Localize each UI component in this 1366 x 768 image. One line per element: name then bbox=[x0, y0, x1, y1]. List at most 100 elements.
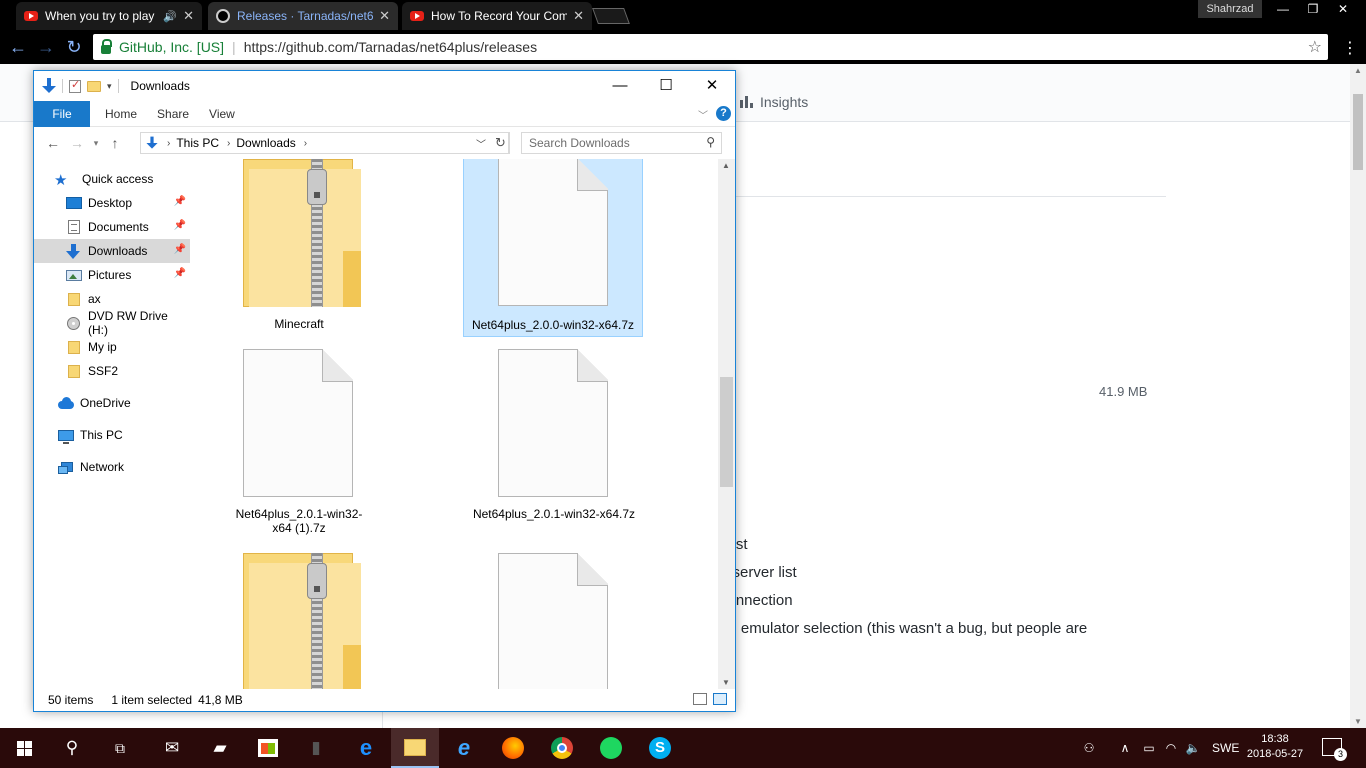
sidebar-item-dvd-drive[interactable]: DVD RW Drive (H:) bbox=[34, 309, 190, 337]
file-list-scrollbar[interactable]: ▲ ▼ bbox=[718, 159, 735, 689]
edge-icon[interactable]: e bbox=[342, 728, 390, 768]
sidebar-item-downloads[interactable]: Downloads 📌 bbox=[34, 239, 190, 263]
tab-file[interactable]: File bbox=[34, 100, 90, 127]
details-view-icon[interactable] bbox=[693, 693, 707, 705]
browser-tab-1[interactable]: When you try to play 🔊 ✕ bbox=[16, 2, 202, 30]
sticky-notes-icon[interactable]: ▰ bbox=[196, 728, 244, 768]
sidebar-item-quick-access[interactable]: Quick access bbox=[34, 167, 190, 191]
clock[interactable]: 18:38 2018-05-27 bbox=[1246, 732, 1304, 762]
search-input[interactable]: Search Downloads ⚲ bbox=[521, 132, 722, 154]
volume-icon[interactable]: 🔈 bbox=[1182, 741, 1204, 755]
ev-certificate-label[interactable]: GitHub, Inc. [US] bbox=[119, 39, 224, 55]
help-icon[interactable]: ? bbox=[716, 106, 731, 121]
file-item[interactable]: Net64plus_2.0.1-win32-x64 (1).7z bbox=[209, 349, 389, 539]
chevron-right-icon[interactable]: › bbox=[167, 138, 170, 149]
pin-icon[interactable]: 📌 bbox=[174, 196, 186, 207]
chevron-right-icon[interactable]: › bbox=[304, 138, 307, 149]
pin-icon[interactable]: 📌 bbox=[174, 244, 186, 255]
sidebar-item-pictures[interactable]: Pictures 📌 bbox=[34, 263, 190, 287]
minimize-icon[interactable]: — bbox=[1268, 0, 1298, 18]
battery-icon[interactable]: ▭ bbox=[1138, 741, 1160, 755]
scroll-down-icon[interactable]: ▼ bbox=[722, 678, 730, 687]
page-scrollbar[interactable]: ▲ ▼ bbox=[1350, 64, 1366, 728]
browser-tab-3[interactable]: How To Record Your Com ✕ bbox=[402, 2, 592, 30]
file-item[interactable]: Net64plus_2.0.0-win32-x64.7z bbox=[463, 159, 643, 337]
sidebar-item-onedrive[interactable]: OneDrive bbox=[34, 391, 190, 415]
forward-arrow-icon[interactable]: → bbox=[65, 135, 89, 151]
skype-icon[interactable]: S bbox=[636, 728, 684, 768]
properties-icon[interactable] bbox=[69, 78, 81, 93]
internet-explorer-icon[interactable]: e bbox=[440, 728, 488, 768]
tab-share[interactable]: Share bbox=[157, 107, 189, 121]
maximize-icon[interactable]: ☐ bbox=[643, 71, 689, 101]
forward-arrow-icon[interactable]: → bbox=[32, 37, 60, 58]
close-tab-icon[interactable]: ✕ bbox=[573, 8, 584, 24]
wifi-icon[interactable]: ◠ bbox=[1160, 741, 1182, 755]
file-item[interactable]: Net64plus_2.0.1-win32-x64.7z bbox=[464, 349, 644, 527]
customize-toolbar-icon[interactable]: ▾ bbox=[107, 81, 112, 92]
scroll-up-icon[interactable]: ▲ bbox=[1354, 66, 1362, 75]
expand-ribbon-icon[interactable]: ﹀ bbox=[698, 107, 708, 122]
restore-icon[interactable]: ❐ bbox=[1298, 0, 1328, 18]
tab-view[interactable]: View bbox=[209, 107, 235, 121]
action-center-icon[interactable]: 3 bbox=[1322, 738, 1347, 761]
search-icon[interactable]: ⚲ bbox=[48, 728, 96, 768]
language-indicator[interactable]: SWE bbox=[1212, 741, 1239, 755]
recent-locations-icon[interactable]: ▾ bbox=[89, 138, 103, 149]
chrome-icon[interactable] bbox=[538, 728, 586, 768]
file-item[interactable]: Minecraft bbox=[209, 159, 389, 337]
sidebar-item-ssf2[interactable]: SSF2 bbox=[34, 359, 190, 383]
sidebar-item-desktop[interactable]: Desktop 📌 bbox=[34, 191, 190, 215]
sidebar-item-my-ip[interactable]: My ip bbox=[34, 335, 190, 359]
file-item[interactable] bbox=[464, 553, 644, 689]
breadcrumb-this-pc[interactable]: This PC bbox=[176, 136, 219, 150]
chevron-down-icon[interactable]: ﹀ bbox=[476, 136, 486, 151]
profile-button[interactable]: Shahrzad bbox=[1198, 0, 1262, 18]
start-button[interactable] bbox=[0, 728, 48, 768]
address-breadcrumb[interactable]: › This PC › Downloads › ﹀ bbox=[140, 132, 509, 154]
up-arrow-icon[interactable]: ↑ bbox=[103, 135, 127, 151]
new-folder-icon[interactable] bbox=[87, 80, 101, 92]
reload-icon[interactable]: ↻ bbox=[60, 37, 88, 58]
mouse-app-icon[interactable]: ▮ bbox=[292, 728, 340, 768]
back-arrow-icon[interactable]: ← bbox=[4, 37, 32, 58]
pin-icon[interactable]: 📌 bbox=[174, 268, 186, 279]
spotify-icon[interactable] bbox=[587, 728, 635, 768]
sidebar-item-this-pc[interactable]: This PC bbox=[34, 423, 190, 447]
refresh-icon[interactable]: ↻ bbox=[492, 132, 510, 154]
scroll-up-icon[interactable]: ▲ bbox=[722, 161, 730, 170]
scroll-thumb[interactable] bbox=[1353, 94, 1363, 170]
file-item[interactable] bbox=[209, 553, 389, 689]
new-tab-button[interactable] bbox=[592, 8, 630, 24]
speaker-icon[interactable]: 🔊 bbox=[163, 10, 177, 23]
close-icon[interactable]: ✕ bbox=[689, 71, 735, 101]
browser-menu-icon[interactable]: ⋮ bbox=[1342, 38, 1358, 58]
close-tab-icon[interactable]: ✕ bbox=[183, 8, 194, 24]
chevron-up-icon[interactable]: ∧ bbox=[1112, 741, 1138, 755]
task-view-icon[interactable]: ⧉ bbox=[96, 728, 144, 768]
sidebar-item-network[interactable]: Network bbox=[34, 455, 190, 479]
mail-icon[interactable]: ✉ bbox=[148, 728, 196, 768]
breadcrumb-downloads[interactable]: Downloads bbox=[236, 136, 295, 150]
store-icon[interactable] bbox=[244, 728, 292, 768]
large-icons-view-icon[interactable] bbox=[713, 693, 727, 705]
insights-tab[interactable]: Insights bbox=[740, 94, 808, 110]
search-icon[interactable]: ⚲ bbox=[706, 135, 715, 149]
url-text[interactable]: https://github.com/Tarnadas/net64plus/re… bbox=[244, 39, 537, 55]
close-tab-icon[interactable]: ✕ bbox=[379, 8, 390, 24]
minimize-icon[interactable]: — bbox=[597, 71, 643, 101]
browser-tab-2[interactable]: Releases · Tarnadas/net64 ✕ bbox=[208, 2, 398, 30]
pin-icon[interactable]: 📌 bbox=[174, 220, 186, 231]
people-icon[interactable]: ⚇ bbox=[1078, 741, 1100, 755]
close-icon[interactable]: ✕ bbox=[1328, 0, 1358, 18]
file-explorer-icon[interactable] bbox=[391, 728, 439, 768]
sidebar-item-documents[interactable]: Documents 📌 bbox=[34, 215, 190, 239]
scroll-down-icon[interactable]: ▼ bbox=[1354, 717, 1362, 726]
back-arrow-icon[interactable]: ← bbox=[41, 135, 65, 151]
address-bar[interactable]: GitHub, Inc. [US] | https://github.com/T… bbox=[93, 34, 1328, 60]
chevron-right-icon[interactable]: › bbox=[227, 138, 230, 149]
sidebar-item-ax[interactable]: ax bbox=[34, 287, 190, 311]
tab-home[interactable]: Home bbox=[105, 107, 137, 121]
bookmark-star-icon[interactable]: ☆ bbox=[1308, 37, 1322, 57]
firefox-icon[interactable] bbox=[489, 728, 537, 768]
